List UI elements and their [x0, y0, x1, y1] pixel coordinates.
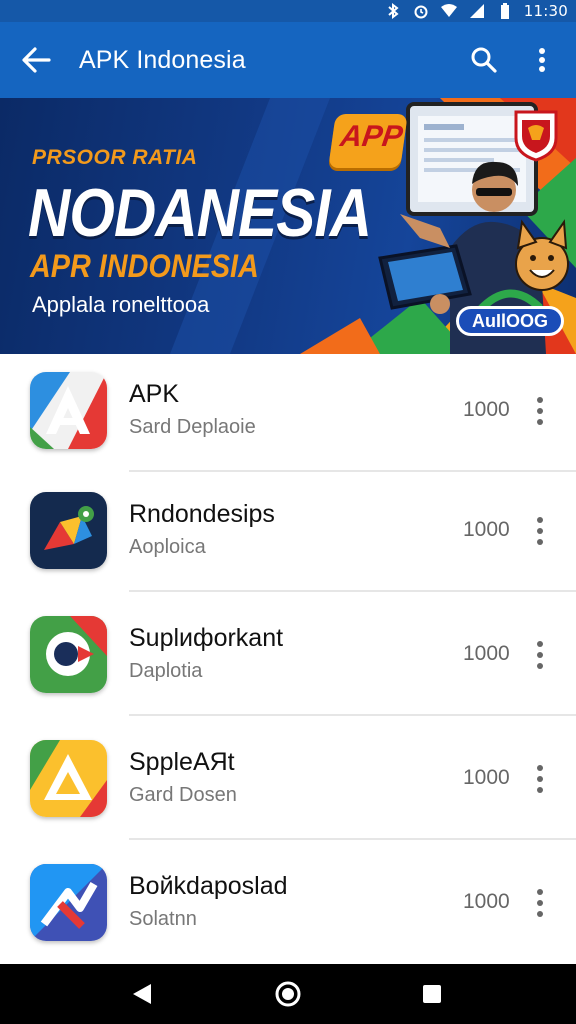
- list-item[interactable]: Suplифorkant Daplotia 1000: [0, 598, 576, 716]
- boikdaposlad-app-icon: [30, 864, 107, 941]
- wifi-icon: [440, 2, 458, 20]
- app-subtitle: Solatnn: [129, 908, 197, 930]
- app-badge: APP: [328, 114, 408, 168]
- bluetooth-icon: [384, 2, 402, 20]
- nav-back-icon[interactable]: [124, 978, 160, 1010]
- app-subtitle: Aoploica: [129, 536, 206, 558]
- signal-icon: [468, 2, 486, 20]
- app-name: Suplифorkant: [129, 624, 284, 652]
- overflow-menu-icon[interactable]: [528, 638, 552, 672]
- back-arrow-icon[interactable]: [18, 42, 54, 78]
- more-vert-icon[interactable]: [526, 42, 558, 78]
- app-subtitle: Sard Deplaoie: [129, 416, 256, 438]
- nav-recents-icon[interactable]: [414, 978, 450, 1010]
- banner-tagline: APR INDONESIA: [30, 248, 259, 284]
- page-title: APK Indonesia: [79, 46, 246, 74]
- app-count: 1000: [463, 766, 510, 789]
- app-count: 1000: [463, 890, 510, 913]
- divider: [129, 714, 576, 716]
- search-icon[interactable]: [466, 42, 502, 78]
- app-name: Boйkdaposlad: [129, 872, 288, 900]
- rndondesirs-app-icon: [30, 492, 107, 569]
- overflow-menu-icon[interactable]: [528, 514, 552, 548]
- banner-headline: NODANESIA: [28, 175, 372, 251]
- divider: [129, 590, 576, 592]
- app-name: Rndondesiрs: [129, 500, 275, 528]
- divider: [129, 470, 576, 472]
- alarm-icon: [412, 2, 430, 20]
- overflow-menu-icon[interactable]: [528, 762, 552, 796]
- nav-home-icon[interactable]: [270, 978, 306, 1010]
- battery-icon: [496, 2, 514, 20]
- banner-pill-label: AuIlOOG: [472, 310, 548, 331]
- overflow-menu-icon[interactable]: [528, 394, 552, 428]
- app-count: 1000: [463, 518, 510, 541]
- app-subtitle: Daplotia: [129, 660, 203, 682]
- banner-pill-button[interactable]: AuIlOOG: [456, 306, 564, 336]
- status-bar: 11:30: [0, 0, 576, 22]
- app-subtitle: Gard Dosen: [129, 784, 237, 806]
- banner-caption: Applala ronelttooa: [32, 292, 210, 317]
- app-count: 1000: [463, 398, 510, 421]
- app-bar: APK Indonesia: [0, 22, 576, 98]
- list-item[interactable]: APK Sard Deplaoie 1000: [0, 354, 576, 472]
- banner-subheading: PRSOOR RATIA: [32, 146, 198, 169]
- apk-app-icon: [30, 372, 107, 449]
- list-item[interactable]: Boйkdaposlad Solatnn 1000: [0, 846, 576, 964]
- status-time: 11:30: [523, 2, 568, 20]
- divider: [129, 838, 576, 840]
- promo-banner[interactable]: APP PRSOOR RATIA NODANESIA APR INDONESIA…: [0, 98, 576, 354]
- app-name: SppleAЯt: [129, 748, 235, 776]
- app-count: 1000: [463, 642, 510, 665]
- app-name: APK: [129, 380, 180, 408]
- list-item[interactable]: Rndondesiрs Aoploica 1000: [0, 474, 576, 592]
- sppleart-app-icon: [30, 740, 107, 817]
- overflow-menu-icon[interactable]: [528, 886, 552, 920]
- suplrforkant-app-icon: [30, 616, 107, 693]
- list-item[interactable]: SppleAЯt Gard Dosen 1000: [0, 722, 576, 840]
- system-nav-bar: [0, 964, 576, 1024]
- app-badge-label: APP: [338, 120, 405, 153]
